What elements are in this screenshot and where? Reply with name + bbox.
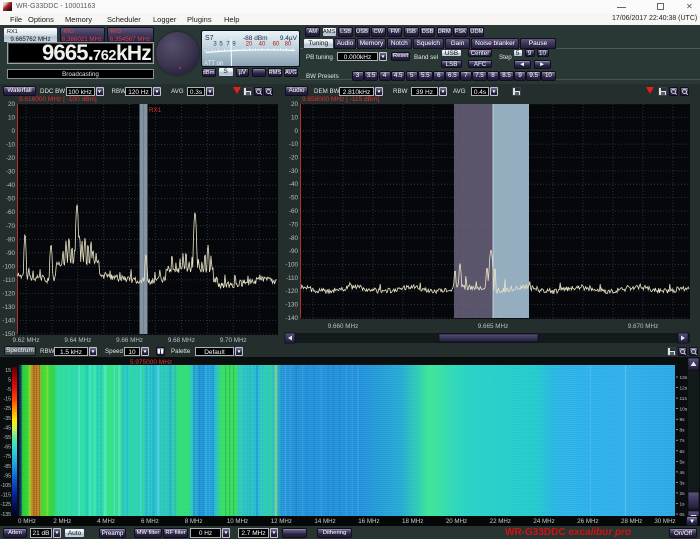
- svg-text:20: 20: [8, 101, 16, 108]
- svg-text:10s: 10s: [680, 407, 688, 413]
- svg-text:9.70 MHz: 9.70 MHz: [220, 337, 247, 344]
- svg-text:-15: -15: [4, 397, 12, 403]
- svg-text:-40: -40: [289, 181, 299, 188]
- svg-text:20: 20: [246, 42, 253, 48]
- svg-text:11s: 11s: [680, 396, 688, 402]
- svg-text:-70: -70: [289, 221, 299, 228]
- svg-text:0: 0: [294, 128, 298, 135]
- svg-text:1s: 1s: [680, 502, 686, 508]
- svg-text:2s: 2s: [680, 491, 686, 497]
- svg-text:-120: -120: [285, 288, 298, 295]
- svg-text:-105: -105: [1, 483, 11, 489]
- svg-text:RX1: RX1: [149, 107, 162, 114]
- svg-text:-90: -90: [289, 248, 299, 255]
- svg-text:0: 0: [11, 128, 15, 135]
- svg-text:-130: -130: [2, 304, 15, 311]
- svg-text:-100: -100: [285, 262, 298, 269]
- svg-text:-90: -90: [6, 250, 16, 257]
- svg-text:-20: -20: [6, 155, 16, 162]
- svg-text:-95: -95: [4, 473, 12, 479]
- svg-text:-140: -140: [2, 318, 15, 325]
- svg-text:80: 80: [285, 42, 292, 48]
- svg-text:-35: -35: [4, 416, 12, 422]
- svg-text:9s: 9s: [680, 417, 686, 423]
- svg-text:-110: -110: [3, 277, 16, 284]
- svg-text:5: 5: [8, 377, 11, 383]
- svg-text:8s: 8s: [680, 428, 686, 434]
- svg-text:5.975000 MHz: 5.975000 MHz: [130, 359, 172, 366]
- svg-text:-5: -5: [6, 387, 11, 393]
- svg-text:-120: -120: [2, 290, 15, 297]
- svg-text:-50: -50: [6, 196, 16, 203]
- svg-text:9.68 MHz: 9.68 MHz: [168, 337, 195, 344]
- svg-text:4s: 4s: [680, 470, 686, 476]
- svg-text:9.62 MHz: 9.62 MHz: [13, 337, 40, 344]
- svg-text:-30: -30: [289, 168, 299, 175]
- svg-text:-10: -10: [289, 141, 299, 148]
- svg-text:-55: -55: [4, 435, 12, 441]
- svg-text:9.665 MHz: 9.665 MHz: [478, 323, 508, 330]
- svg-text:9.66 MHz: 9.66 MHz: [116, 337, 143, 344]
- svg-text:-20: -20: [289, 155, 299, 162]
- svg-text:-140: -140: [285, 315, 298, 322]
- svg-text:-80: -80: [289, 235, 299, 242]
- svg-text:-10: -10: [6, 142, 16, 149]
- svg-text:3s: 3s: [680, 480, 686, 486]
- svg-text:9.660 MHz: 9.660 MHz: [328, 323, 358, 330]
- svg-text:-125: -125: [1, 502, 11, 508]
- svg-text:-45: -45: [4, 425, 12, 431]
- svg-text:-60: -60: [6, 209, 16, 216]
- svg-text:12s: 12s: [680, 386, 688, 392]
- svg-text:6s: 6s: [680, 449, 686, 455]
- svg-text:-65: -65: [4, 445, 12, 451]
- svg-text:60: 60: [273, 42, 280, 48]
- svg-text:-30: -30: [6, 169, 16, 176]
- svg-text:9.670 MHz: 9.670 MHz: [628, 323, 658, 330]
- svg-text:13s: 13s: [680, 375, 688, 381]
- svg-text:-75: -75: [4, 454, 12, 460]
- svg-text:-110: -110: [286, 275, 299, 282]
- svg-text:9.658000 MHz [ -115 dBm]: 9.658000 MHz [ -115 dBm]: [302, 96, 379, 103]
- svg-text:40: 40: [259, 42, 266, 48]
- svg-text:5s: 5s: [680, 459, 686, 465]
- svg-text:-50: -50: [289, 195, 299, 202]
- svg-text:9.616000 MHz [ -100 dBm]: 9.616000 MHz [ -100 dBm]: [19, 96, 97, 103]
- svg-text:7s: 7s: [680, 438, 686, 444]
- svg-text:-100: -100: [2, 263, 15, 270]
- svg-text:-25: -25: [4, 406, 12, 412]
- svg-text:-80: -80: [6, 236, 16, 243]
- svg-text:-85: -85: [4, 464, 12, 470]
- svg-text:-130: -130: [285, 302, 298, 309]
- svg-text:9.64 MHz: 9.64 MHz: [64, 337, 91, 344]
- svg-text:10: 10: [291, 114, 299, 121]
- svg-text:-115: -115: [1, 493, 11, 499]
- svg-text:10: 10: [8, 115, 16, 122]
- svg-text:-40: -40: [6, 182, 16, 189]
- svg-text:15: 15: [5, 368, 11, 374]
- svg-text:-70: -70: [6, 223, 16, 230]
- svg-text:20: 20: [291, 101, 299, 108]
- svg-text:-60: -60: [289, 208, 299, 215]
